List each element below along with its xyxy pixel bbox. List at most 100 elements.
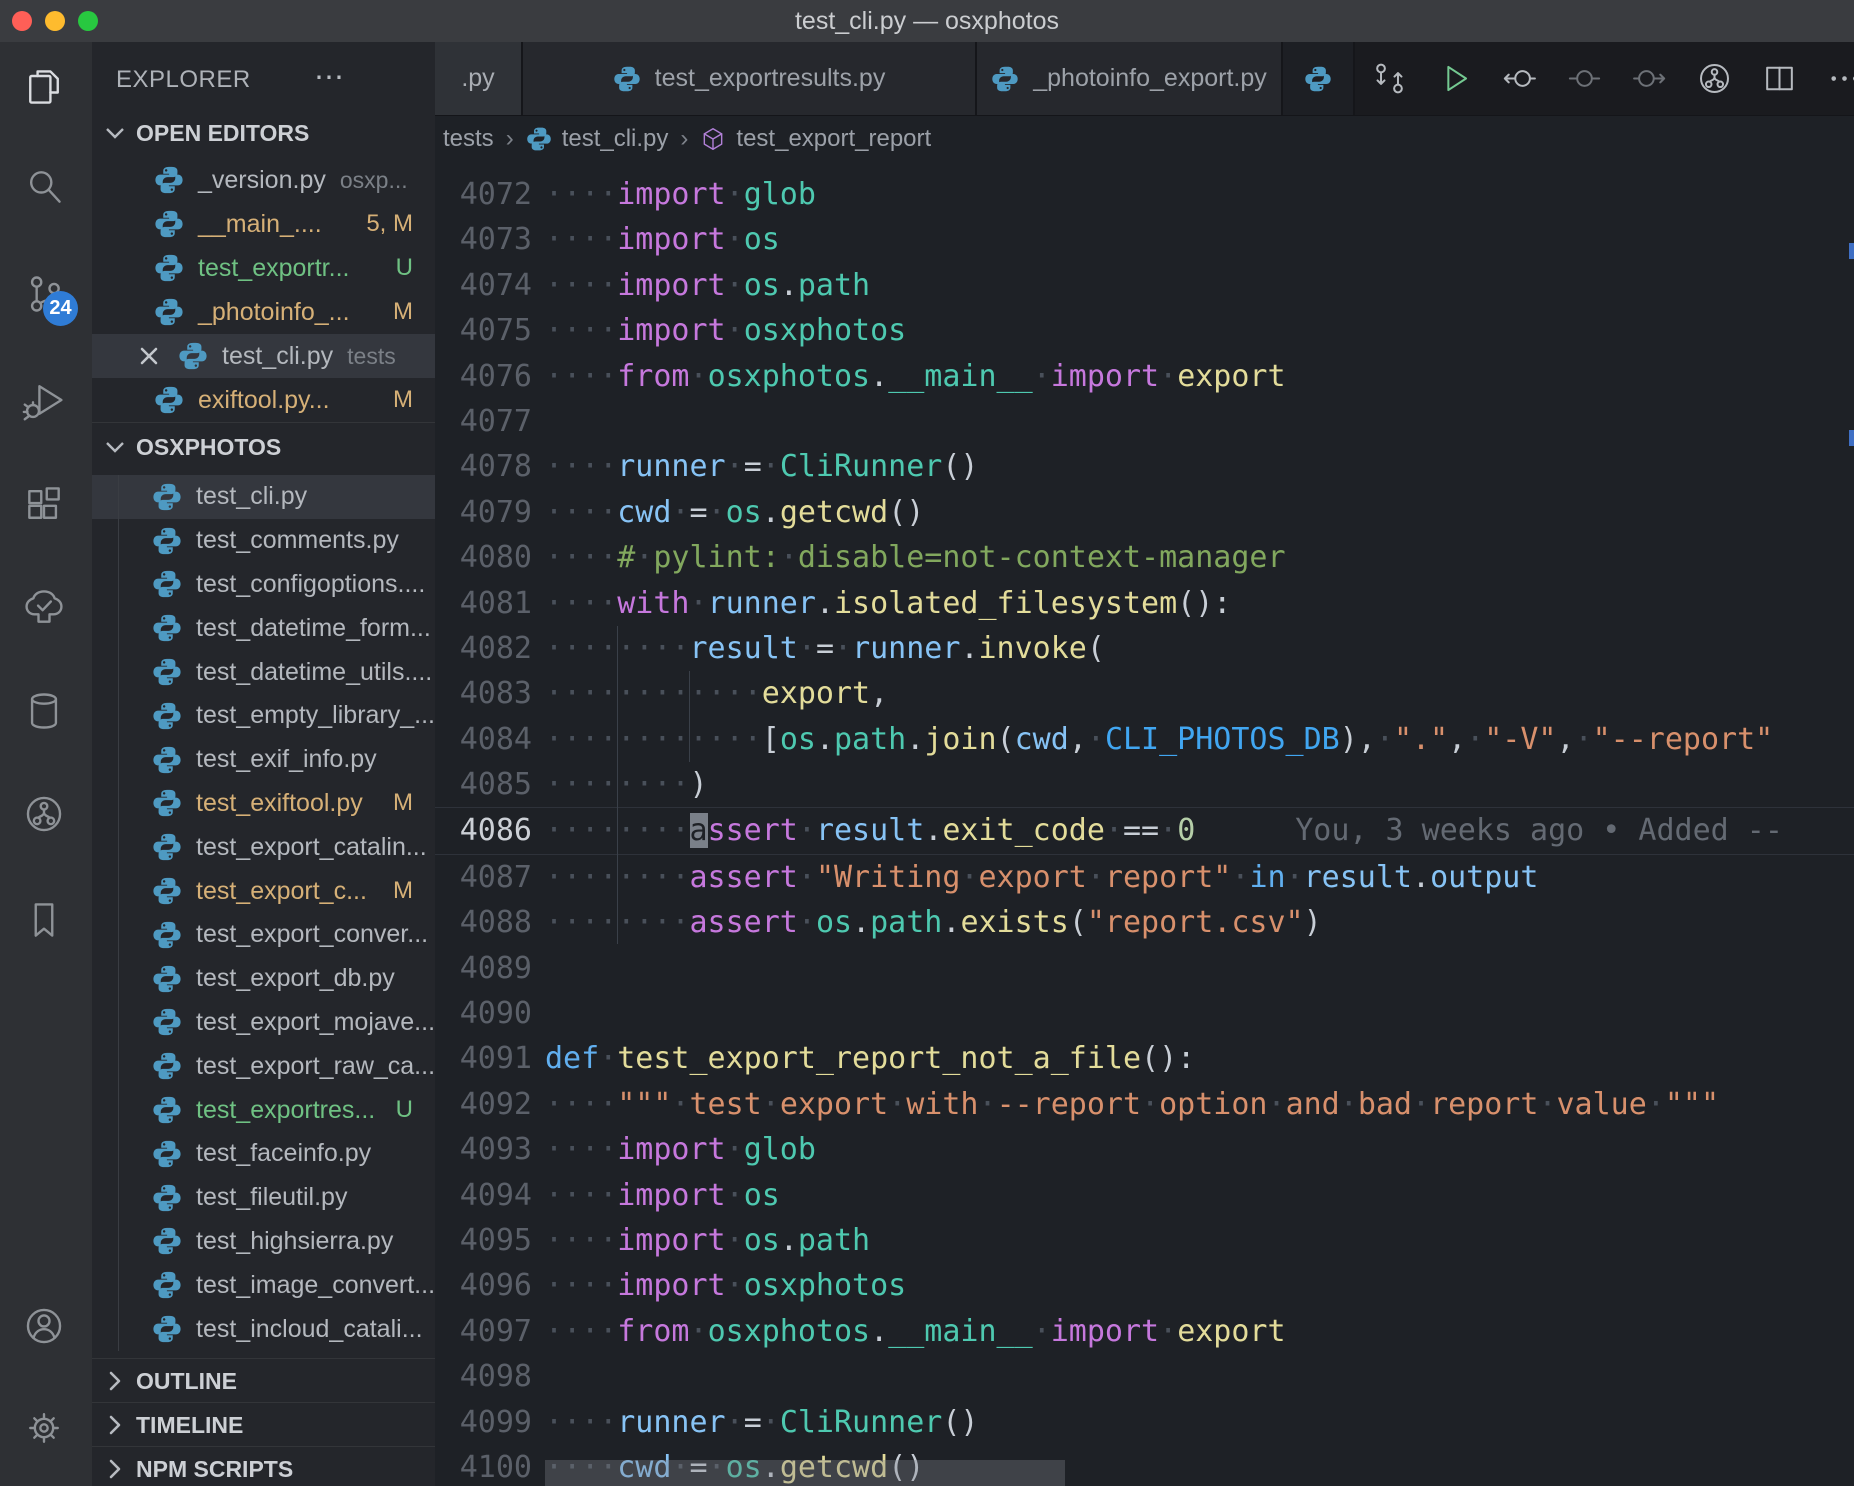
- line-number[interactable]: 4073: [435, 217, 532, 262]
- line-number[interactable]: 4082: [435, 626, 532, 671]
- code-line[interactable]: 4091def·test_export_report_not_a_file():: [435, 1036, 1854, 1081]
- code-line[interactable]: 4082········result·=·runner.invoke(: [435, 626, 1854, 671]
- code-line[interactable]: 4075····import·osxphotos: [435, 308, 1854, 353]
- line-number[interactable]: 4079: [435, 490, 532, 535]
- section-timeline[interactable]: TIMELINE: [92, 1402, 435, 1447]
- line-number[interactable]: 4091: [435, 1036, 532, 1081]
- code-line[interactable]: 4098: [435, 1354, 1854, 1399]
- file-item[interactable]: test_incloud_catali...: [92, 1307, 435, 1351]
- code-line[interactable]: 4086········assert·result.exit_code·==·0…: [435, 807, 1854, 854]
- code-line[interactable]: 4095····import·os.path: [435, 1218, 1854, 1263]
- line-number[interactable]: 4076: [435, 354, 532, 399]
- code-line[interactable]: 4088········assert·os.path.exists("repor…: [435, 900, 1854, 945]
- project-section-header[interactable]: OSXPHOTOS: [92, 422, 435, 471]
- close-icon[interactable]: [136, 343, 162, 369]
- open-editor-item[interactable]: exiftool.py...M: [92, 378, 435, 422]
- split-editor-icon[interactable]: [1761, 60, 1798, 97]
- step-back-icon[interactable]: [1501, 60, 1538, 97]
- section-npm-scripts[interactable]: NPM SCRIPTS: [92, 1446, 435, 1486]
- code-line[interactable]: 4081····with·runner.isolated_filesystem(…: [435, 581, 1854, 626]
- line-number[interactable]: 4099: [435, 1400, 532, 1445]
- line-number[interactable]: 4075: [435, 308, 532, 353]
- code-line[interactable]: 4099····runner·=·CliRunner(): [435, 1400, 1854, 1445]
- line-number[interactable]: 4086: [435, 808, 532, 853]
- line-number[interactable]: 4072: [435, 172, 532, 217]
- line-number[interactable]: 4092: [435, 1082, 532, 1127]
- code-line[interactable]: 4083············export,: [435, 671, 1854, 716]
- code-line[interactable]: 4085········): [435, 762, 1854, 807]
- activity-files-icon[interactable]: [22, 65, 70, 113]
- minimize-window-button[interactable]: [45, 11, 65, 31]
- code-line[interactable]: 4094····import·os: [435, 1173, 1854, 1218]
- tab-test_exportresults.py[interactable]: test_exportresults.py: [523, 42, 977, 115]
- line-number[interactable]: 4095: [435, 1218, 532, 1263]
- code-line[interactable]: 4072····import·glob: [435, 172, 1854, 217]
- activity-account-icon[interactable]: [22, 1304, 70, 1352]
- line-number[interactable]: 4096: [435, 1263, 532, 1308]
- code-line[interactable]: 4089: [435, 946, 1854, 991]
- line-number[interactable]: 4077: [435, 399, 532, 444]
- open-editor-item[interactable]: __main_....5, M: [92, 202, 435, 246]
- open-editor-item[interactable]: test_exportr...U: [92, 246, 435, 290]
- code-line[interactable]: 4078····runner·=·CliRunner(): [435, 444, 1854, 489]
- file-item[interactable]: test_exif_info.py: [92, 738, 435, 782]
- line-number[interactable]: 4097: [435, 1309, 532, 1354]
- code-line[interactable]: 4073····import·os: [435, 217, 1854, 262]
- file-item[interactable]: test_cli.py: [92, 475, 435, 519]
- line-number[interactable]: 4088: [435, 900, 532, 945]
- line-number[interactable]: 4089: [435, 946, 532, 991]
- line-number[interactable]: 4087: [435, 855, 532, 900]
- line-number[interactable]: 4093: [435, 1127, 532, 1172]
- code-line[interactable]: 4076····from·osxphotos.__main__·import·e…: [435, 354, 1854, 399]
- code-line[interactable]: 4074····import·os.path: [435, 263, 1854, 308]
- file-item[interactable]: test_comments.py: [92, 519, 435, 563]
- file-item[interactable]: test_export_c...M: [92, 869, 435, 913]
- line-number[interactable]: 4100: [435, 1445, 532, 1486]
- activity-settings-gear-icon[interactable]: [22, 1406, 70, 1454]
- activity-database-icon[interactable]: [22, 689, 70, 737]
- file-item[interactable]: test_export_mojave...: [92, 1001, 435, 1045]
- activity-test-tree-icon[interactable]: [22, 585, 70, 633]
- section-outline[interactable]: OUTLINE: [92, 1358, 435, 1403]
- line-number[interactable]: 4094: [435, 1173, 532, 1218]
- tab-pinned-python[interactable]: [1283, 42, 1355, 115]
- line-number[interactable]: 4085: [435, 762, 532, 807]
- activity-bookmark-icon[interactable]: [22, 898, 70, 946]
- close-window-button[interactable]: [12, 11, 32, 31]
- horizontal-scrollbar[interactable]: [545, 1460, 1065, 1486]
- run-icon[interactable]: [1436, 60, 1473, 97]
- code-line[interactable]: 4092····"""·test·export·with·--report·op…: [435, 1082, 1854, 1127]
- open-editors-header[interactable]: OPEN EDITORS: [92, 111, 435, 155]
- compare-changes-icon[interactable]: [1371, 60, 1408, 97]
- code-line[interactable]: 4093····import·glob: [435, 1127, 1854, 1172]
- line-number[interactable]: 4098: [435, 1354, 532, 1399]
- breadcrumb-item[interactable]: tests: [443, 125, 494, 153]
- file-item[interactable]: test_image_convert...: [92, 1263, 435, 1307]
- code-line[interactable]: 4079····cwd·=·os.getcwd(): [435, 490, 1854, 535]
- open-editor-item[interactable]: _photoinfo_...M: [92, 290, 435, 334]
- line-number[interactable]: 4080: [435, 535, 532, 580]
- file-item[interactable]: test_export_catalin...: [92, 825, 435, 869]
- file-item[interactable]: test_faceinfo.py: [92, 1132, 435, 1176]
- breadcrumb-item[interactable]: test_export_report: [700, 125, 931, 153]
- activity-git-graph-icon[interactable]: [22, 792, 70, 840]
- file-item[interactable]: test_exiftool.pyM: [92, 782, 435, 826]
- code-line[interactable]: 4096····import·osxphotos: [435, 1263, 1854, 1308]
- line-number[interactable]: 4078: [435, 444, 532, 489]
- file-item[interactable]: test_datetime_form...: [92, 606, 435, 650]
- line-number[interactable]: 4074: [435, 263, 532, 308]
- activity-source-control-icon[interactable]: 24: [22, 272, 70, 320]
- activity-extensions-icon[interactable]: [22, 482, 70, 530]
- activity-search-icon[interactable]: [22, 165, 70, 213]
- code-line[interactable]: 4084············[os.path.join(cwd,·CLI_P…: [435, 717, 1854, 762]
- line-number[interactable]: 4081: [435, 581, 532, 626]
- code-line[interactable]: 4097····from·osxphotos.__main__·import·e…: [435, 1309, 1854, 1354]
- code-line[interactable]: 4090: [435, 991, 1854, 1036]
- file-item[interactable]: test_highsierra.py: [92, 1220, 435, 1264]
- code-editor[interactable]: 4072····import·glob4073····import·os4074…: [435, 172, 1854, 1486]
- tab-.py[interactable]: .py: [435, 42, 523, 115]
- tab-_photoinfo_export.py[interactable]: _photoinfo_export.py: [977, 42, 1283, 115]
- activity-run-debug-icon[interactable]: [22, 378, 70, 426]
- file-item[interactable]: test_fileutil.py: [92, 1176, 435, 1220]
- code-line[interactable]: 4080····#·pylint:·disable=not-context-ma…: [435, 535, 1854, 580]
